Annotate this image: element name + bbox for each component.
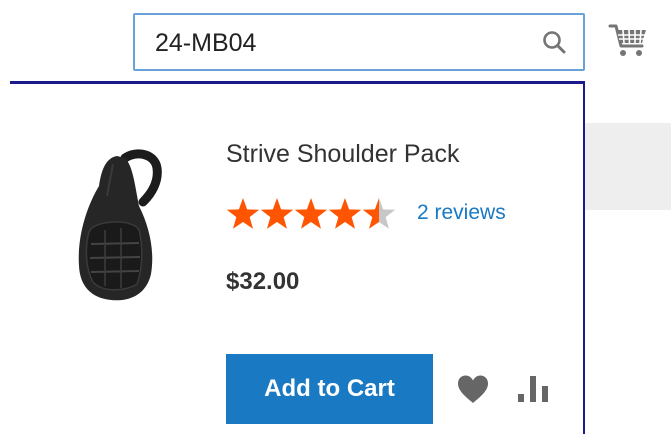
rating-stars — [226, 198, 396, 229]
product-name-link[interactable]: Strive Shoulder Pack — [226, 140, 459, 169]
rating-star — [294, 198, 328, 229]
page-background-band — [585, 123, 671, 210]
rating-star — [226, 198, 260, 229]
compare-icon[interactable] — [516, 372, 552, 404]
search-icon[interactable] — [541, 29, 567, 55]
search-input[interactable] — [155, 25, 515, 61]
rating-star — [260, 198, 294, 229]
heart-icon[interactable] — [456, 374, 490, 404]
reviews-link[interactable]: 2 reviews — [417, 201, 506, 225]
product-image[interactable] — [55, 146, 170, 308]
rating-star — [362, 198, 396, 229]
product-price: $32.00 — [226, 268, 300, 295]
search-box — [133, 13, 585, 71]
page: Strive Shoulder Pack 2 reviews $32.00 Ad… — [0, 0, 671, 434]
cart-icon[interactable] — [608, 20, 648, 60]
product-rating — [226, 197, 406, 233]
add-to-cart-button[interactable]: Add to Cart — [226, 354, 433, 424]
rating-star — [328, 198, 362, 229]
